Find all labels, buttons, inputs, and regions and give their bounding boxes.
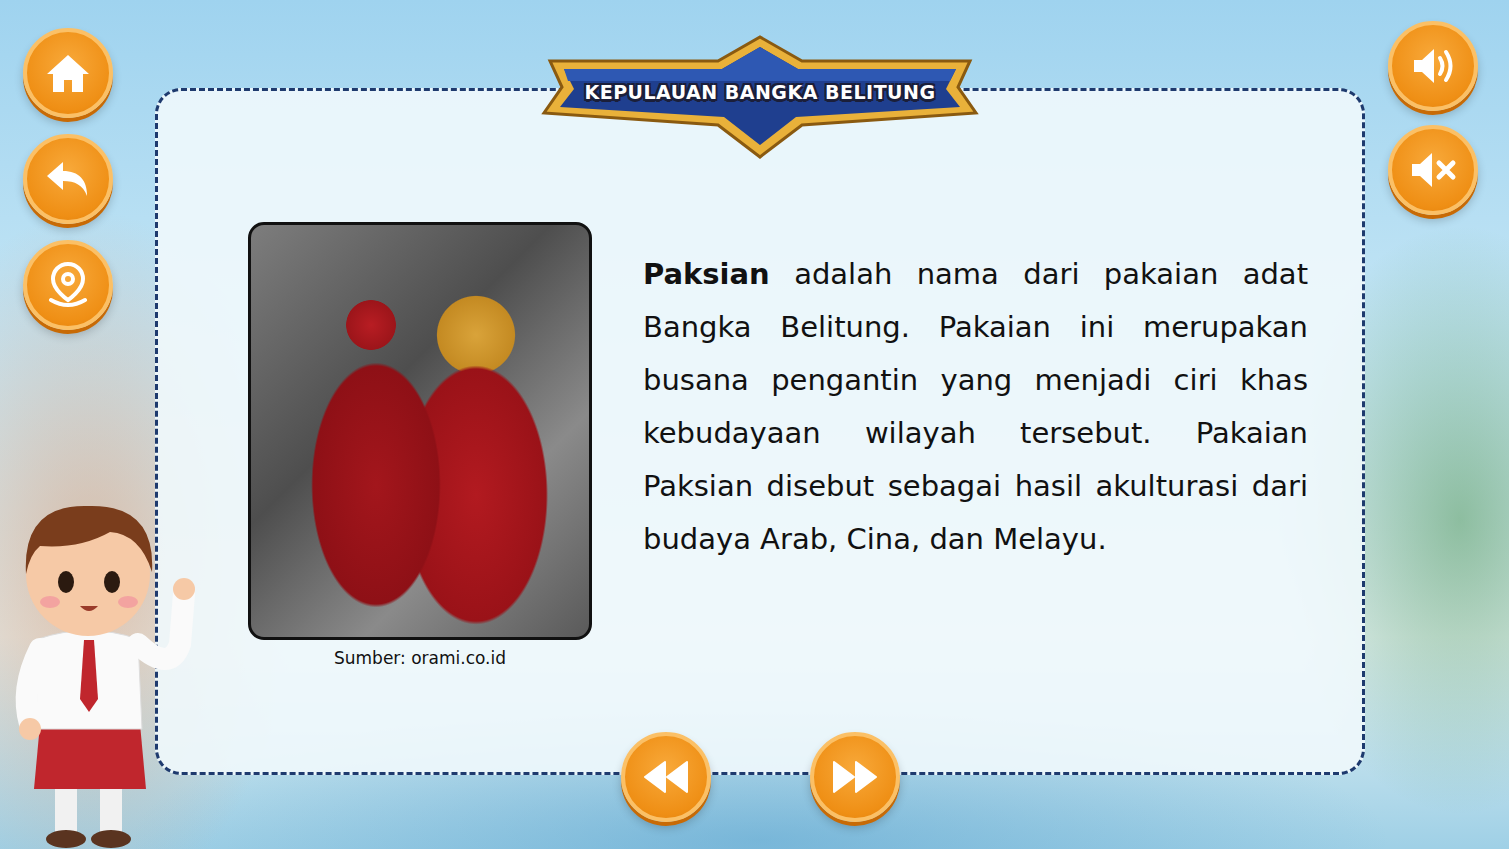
photo-caption: Sumber: orami.co.id: [248, 646, 592, 672]
main-area: KEPULAUAN BANGKA BELITUNG Sumber: orami.…: [155, 0, 1365, 849]
student-illustration: [0, 454, 205, 849]
scene: KEPULAUAN BANGKA BELITUNG Sumber: orami.…: [0, 0, 1509, 849]
rewind-icon: [641, 752, 691, 802]
speaker-icon: [1408, 41, 1458, 91]
location-pin-icon: [43, 260, 93, 310]
title-banner: KEPULAUAN BANGKA BELITUNG: [538, 31, 982, 167]
article-row: Sumber: orami.co.id Paksian adalah nama …: [248, 222, 1322, 672]
fast-forward-icon: [830, 752, 880, 802]
article-paragraph: Paksian adalah nama dari pakaian adat Ba…: [643, 222, 1308, 566]
photo-column: Sumber: orami.co.id: [248, 222, 592, 672]
home-icon: [43, 48, 93, 98]
right-nav: [1365, 0, 1478, 849]
page-title: KEPULAUAN BANGKA BELITUNG: [584, 78, 935, 107]
previous-button[interactable]: [621, 732, 711, 822]
next-button[interactable]: [810, 732, 900, 822]
costume-photo: [248, 222, 592, 640]
page-nav: [158, 732, 1362, 822]
back-arrow-icon: [43, 154, 93, 204]
back-button[interactable]: [23, 134, 113, 224]
map-button[interactable]: [23, 240, 113, 330]
mute-button[interactable]: [1388, 125, 1478, 215]
paragraph-text: adalah nama dari pakaian adat Bangka Bel…: [643, 257, 1308, 556]
home-button[interactable]: [23, 28, 113, 118]
content-panel: KEPULAUAN BANGKA BELITUNG Sumber: orami.…: [155, 88, 1365, 775]
speaker-mute-icon: [1408, 145, 1458, 195]
sound-on-button[interactable]: [1388, 21, 1478, 111]
highlighted-term: Paksian: [643, 257, 770, 291]
